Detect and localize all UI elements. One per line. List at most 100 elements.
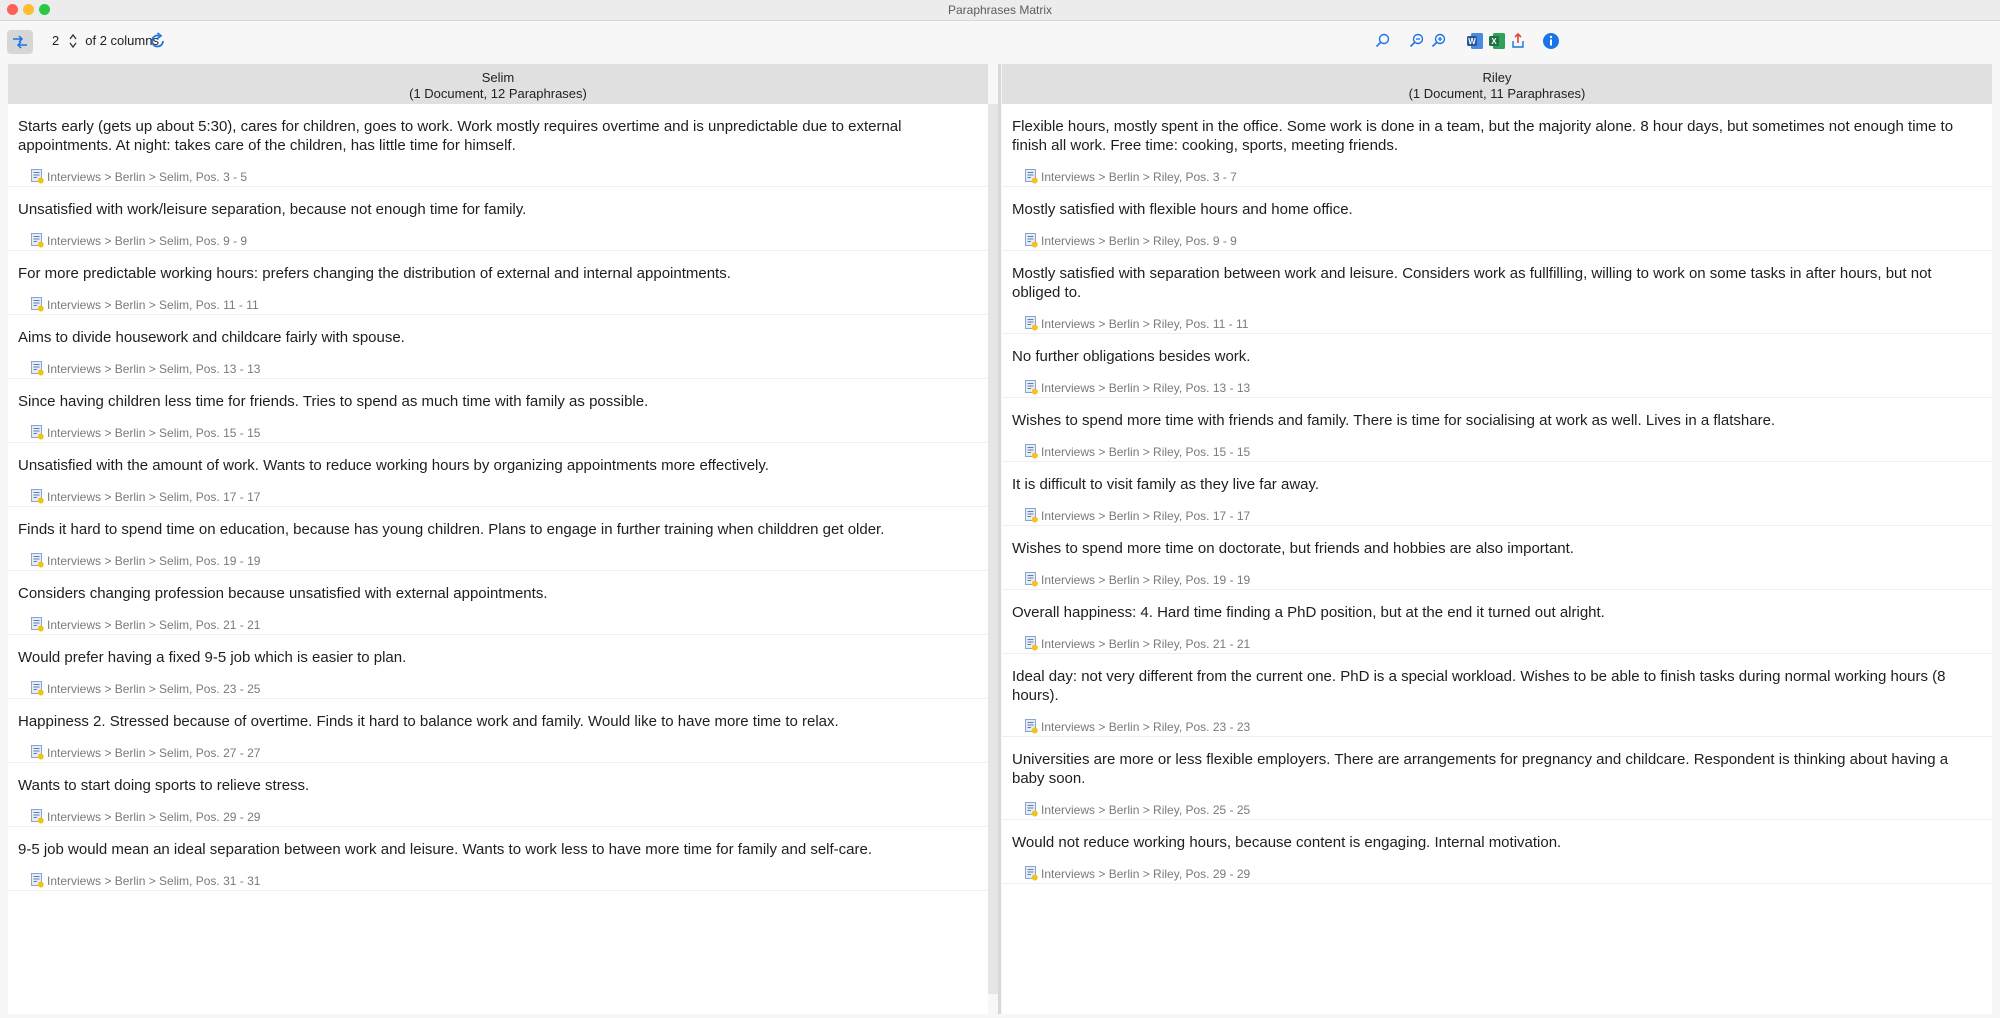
paraphrase-item[interactable]: Wants to start doing sports to relieve s… xyxy=(8,763,988,827)
paraphrase-source[interactable]: Interviews > Berlin > Selim, Pos. 31 - 3… xyxy=(18,871,978,890)
paraphrase-text: Happiness 2. Stressed because of overtim… xyxy=(18,713,839,730)
transpose-icon xyxy=(13,35,27,49)
columns-count-input[interactable]: 2 xyxy=(52,33,64,48)
paraphrase-list: Starts early (gets up about 5:30), cares… xyxy=(8,104,988,891)
paraphrase-source[interactable]: Interviews > Berlin > Riley, Pos. 11 - 1… xyxy=(1012,314,1982,333)
column-summary: (1 Document, 11 Paraphrases) xyxy=(1408,86,1586,101)
refresh-icon[interactable] xyxy=(150,32,166,50)
paraphrase-source[interactable]: Interviews > Berlin > Riley, Pos. 15 - 1… xyxy=(1012,442,1982,461)
info-icon[interactable] xyxy=(1542,32,1560,50)
document-icon xyxy=(31,489,44,504)
document-icon xyxy=(1025,169,1038,184)
paraphrase-source[interactable]: Interviews > Berlin > Selim, Pos. 21 - 2… xyxy=(18,615,978,634)
document-icon xyxy=(31,681,44,696)
paraphrase-source[interactable]: Interviews > Berlin > Riley, Pos. 29 - 2… xyxy=(1012,864,1982,883)
paraphrase-source[interactable]: Interviews > Berlin > Selim, Pos. 27 - 2… xyxy=(18,743,978,762)
paraphrase-source[interactable]: Interviews > Berlin > Selim, Pos. 29 - 2… xyxy=(18,807,978,826)
column-header[interactable]: Riley (1 Document, 11 Paraphrases) xyxy=(1002,64,1992,104)
paraphrase-source[interactable]: Interviews > Berlin > Riley, Pos. 23 - 2… xyxy=(1012,717,1982,736)
paraphrase-text: Finds it hard to spend time on education… xyxy=(18,521,885,538)
paraphrase-item[interactable]: 9-5 job would mean an ideal separation b… xyxy=(8,827,988,891)
paraphrase-item[interactable]: Aims to divide housework and childcare f… xyxy=(8,315,988,379)
paraphrase-item[interactable]: Would prefer having a fixed 9-5 job whic… xyxy=(8,635,988,699)
source-label: Interviews > Berlin > Selim, Pos. 21 - 2… xyxy=(47,617,261,632)
paraphrase-item[interactable]: Since having children less time for frie… xyxy=(8,379,988,443)
paraphrase-item[interactable]: It is difficult to visit family as they … xyxy=(1002,462,1992,526)
columns-stepper[interactable] xyxy=(68,32,78,50)
paraphrase-item[interactable]: Unsatisfied with work/leisure separation… xyxy=(8,187,988,251)
paraphrase-item[interactable]: Wishes to spend more time on doctorate, … xyxy=(1002,526,1992,590)
paraphrase-item[interactable]: Overall happiness: 4. Hard time finding … xyxy=(1002,590,1992,654)
zoom-in-icon[interactable] xyxy=(1431,32,1447,50)
column-header[interactable]: Selim (1 Document, 12 Paraphrases) xyxy=(8,64,988,104)
paraphrase-text: Overall happiness: 4. Hard time finding … xyxy=(1012,604,1605,621)
paraphrase-item[interactable]: Considers changing profession because un… xyxy=(8,571,988,635)
paraphrase-text: It is difficult to visit family as they … xyxy=(1012,476,1320,493)
document-icon xyxy=(31,233,44,248)
source-label: Interviews > Berlin > Selim, Pos. 13 - 1… xyxy=(47,361,261,376)
document-icon xyxy=(1025,233,1038,248)
document-icon xyxy=(1025,802,1038,817)
paraphrase-text: Unsatisfied with the amount of work. Wan… xyxy=(18,457,769,474)
document-icon xyxy=(1025,636,1038,651)
source-label: Interviews > Berlin > Riley, Pos. 23 - 2… xyxy=(1041,719,1251,734)
paraphrase-item[interactable]: Mostly satisfied with separation between… xyxy=(1002,251,1992,334)
document-icon xyxy=(31,425,44,440)
paraphrase-item[interactable]: Universities are more or less flexible e… xyxy=(1002,737,1992,820)
excel-export-icon[interactable]: X xyxy=(1488,32,1506,50)
paraphrase-text: Flexible hours, mostly spent in the offi… xyxy=(1012,118,1954,154)
paraphrase-source[interactable]: Interviews > Berlin > Riley, Pos. 19 - 1… xyxy=(1012,570,1982,589)
scrollbar[interactable] xyxy=(988,104,998,994)
paraphrase-list: Flexible hours, mostly spent in the offi… xyxy=(1002,104,1992,884)
paraphrase-source[interactable]: Interviews > Berlin > Selim, Pos. 13 - 1… xyxy=(18,359,978,378)
paraphrase-item[interactable]: Would not reduce working hours, because … xyxy=(1002,820,1992,884)
paraphrase-item[interactable]: Happiness 2. Stressed because of overtim… xyxy=(8,699,988,763)
paraphrase-item[interactable]: No further obligations besides work. Int… xyxy=(1002,334,1992,398)
document-icon xyxy=(31,361,44,376)
source-label: Interviews > Berlin > Riley, Pos. 11 - 1… xyxy=(1041,316,1249,331)
paraphrase-text: Wants to start doing sports to relieve s… xyxy=(18,777,310,794)
paraphrase-source[interactable]: Interviews > Berlin > Selim, Pos. 15 - 1… xyxy=(18,423,978,442)
paraphrase-source[interactable]: Interviews > Berlin > Selim, Pos. 3 - 5 xyxy=(18,167,978,186)
paraphrase-source[interactable]: Interviews > Berlin > Selim, Pos. 11 - 1… xyxy=(18,295,978,314)
transpose-button[interactable] xyxy=(7,30,33,54)
paraphrase-item[interactable]: Starts early (gets up about 5:30), cares… xyxy=(8,104,988,187)
paraphrase-source[interactable]: Interviews > Berlin > Riley, Pos. 3 - 7 xyxy=(1012,167,1982,186)
paraphrase-text: Mostly satisfied with separation between… xyxy=(1012,265,1932,301)
column-divider[interactable] xyxy=(998,64,1001,1014)
source-label: Interviews > Berlin > Selim, Pos. 15 - 1… xyxy=(47,425,261,440)
share-icon[interactable] xyxy=(1510,32,1526,50)
source-label: Interviews > Berlin > Riley, Pos. 29 - 2… xyxy=(1041,866,1251,881)
paraphrase-text: 9-5 job would mean an ideal separation b… xyxy=(18,841,873,858)
matrix-column-riley: Riley (1 Document, 11 Paraphrases) Flexi… xyxy=(1002,64,1992,1014)
paraphrase-source[interactable]: Interviews > Berlin > Riley, Pos. 21 - 2… xyxy=(1012,634,1982,653)
paraphrase-source[interactable]: Interviews > Berlin > Selim, Pos. 9 - 9 xyxy=(18,231,978,250)
paraphrase-item[interactable]: For more predictable working hours: pref… xyxy=(8,251,988,315)
paraphrase-item[interactable]: Flexible hours, mostly spent in the offi… xyxy=(1002,104,1992,187)
columns-control: 2 of 2 columns xyxy=(52,33,159,51)
paraphrase-source[interactable]: Interviews > Berlin > Riley, Pos. 13 - 1… xyxy=(1012,378,1982,397)
paraphrase-source[interactable]: Interviews > Berlin > Riley, Pos. 9 - 9 xyxy=(1012,231,1982,250)
paraphrase-item[interactable]: Ideal day: not very different from the c… xyxy=(1002,654,1992,737)
word-export-icon[interactable]: W xyxy=(1466,32,1484,50)
paraphrase-text: No further obligations besides work. xyxy=(1012,348,1251,365)
paraphrase-text: Considers changing profession because un… xyxy=(18,585,548,602)
paraphrase-item[interactable]: Mostly satisfied with flexible hours and… xyxy=(1002,187,1992,251)
paraphrase-text: Since having children less time for frie… xyxy=(18,393,649,410)
paraphrase-source[interactable]: Interviews > Berlin > Selim, Pos. 23 - 2… xyxy=(18,679,978,698)
paraphrase-source[interactable]: Interviews > Berlin > Selim, Pos. 17 - 1… xyxy=(18,487,978,506)
svg-text:X: X xyxy=(1491,37,1497,46)
paraphrase-source[interactable]: Interviews > Berlin > Riley, Pos. 25 - 2… xyxy=(1012,800,1982,819)
document-icon xyxy=(31,553,44,568)
paraphrase-item[interactable]: Finds it hard to spend time on education… xyxy=(8,507,988,571)
paraphrase-source[interactable]: Interviews > Berlin > Riley, Pos. 17 - 1… xyxy=(1012,506,1982,525)
source-label: Interviews > Berlin > Selim, Pos. 27 - 2… xyxy=(47,745,261,760)
source-label: Interviews > Berlin > Riley, Pos. 21 - 2… xyxy=(1041,636,1251,651)
paraphrase-item[interactable]: Unsatisfied with the amount of work. Wan… xyxy=(8,443,988,507)
paraphrase-text: Aims to divide housework and childcare f… xyxy=(18,329,405,346)
zoom-out-icon[interactable] xyxy=(1409,32,1425,50)
search-icon[interactable] xyxy=(1375,32,1391,50)
columns-suffix-label: of 2 columns xyxy=(85,33,159,49)
paraphrase-item[interactable]: Wishes to spend more time with friends a… xyxy=(1002,398,1992,462)
paraphrase-source[interactable]: Interviews > Berlin > Selim, Pos. 19 - 1… xyxy=(18,551,978,570)
